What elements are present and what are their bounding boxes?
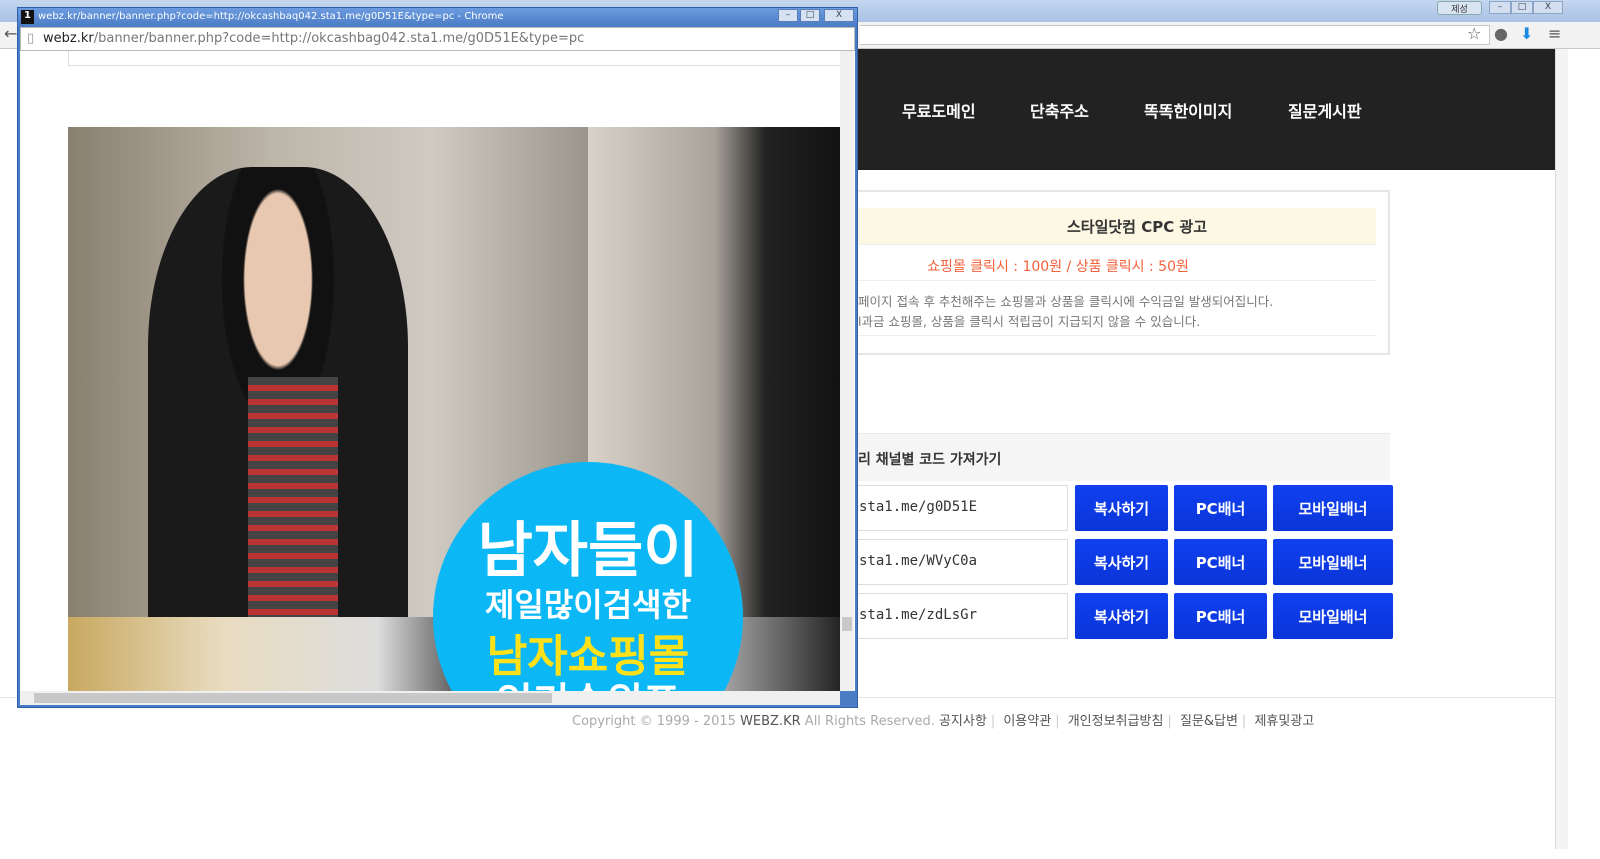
divider	[858, 280, 1376, 281]
nav-qna-board[interactable]: 질문게시판	[1288, 98, 1362, 122]
footer: Copyright © 1999 - 2015 WEBZ.KR All Righ…	[572, 714, 1315, 729]
cpc-price: 쇼핑몰 클릭시 : 100원 / 상품 클릭시 : 50원	[927, 259, 1189, 275]
footer-link-privacy[interactable]: 개인정보취급방침	[1068, 714, 1164, 729]
rights: All Rights Reserved.	[804, 714, 935, 729]
pc-banner-button[interactable]: PC배너	[1174, 485, 1267, 531]
download-icon[interactable]: ⬇	[1520, 24, 1533, 43]
nav-smart-image[interactable]: 똑똑한이미지	[1144, 98, 1232, 122]
copyright: Copyright © 1999 - 2015	[572, 714, 736, 729]
back-icon[interactable]: ←	[4, 24, 17, 43]
popup-content: 남자들이 제일많이검색한 남자쇼핑몰 인기순위표	[20, 51, 855, 691]
channel-url-input[interactable]: sta1.me/WVyC0a	[850, 539, 1068, 585]
address-bar[interactable]	[860, 25, 1490, 45]
popup-vertical-scrollbar[interactable]	[840, 51, 854, 691]
restore-button[interactable]: □	[1511, 1, 1533, 14]
cpc-title-text: 스타일닷컴 CPC 광고	[1066, 217, 1208, 236]
popup-address-bar[interactable]: ▯ webz.kr/banner/banner.php?code=http://…	[20, 27, 855, 51]
page-scrollbar[interactable]	[1555, 49, 1568, 849]
scroll-thumb[interactable]	[842, 617, 852, 631]
footer-link-terms[interactable]: 이용약관	[1003, 714, 1051, 729]
popup-title: webz.kr/banner/banner.php?code=http://ok…	[18, 8, 857, 27]
pc-banner-button[interactable]: PC배너	[1174, 539, 1267, 585]
mobile-banner-button[interactable]: 모바일배너	[1273, 593, 1393, 639]
extension-icon[interactable]: ●	[1494, 24, 1508, 43]
copy-button[interactable]: 복사하기	[1075, 539, 1168, 585]
page-icon: ▯	[27, 31, 35, 46]
scroll-thumb[interactable]	[34, 693, 552, 703]
copy-button[interactable]: 복사하기	[1075, 485, 1168, 531]
popup-minimize-button[interactable]: –	[778, 9, 798, 22]
cpc-title: 스타일닷컴 CPC 광고	[858, 208, 1376, 245]
minimize-button[interactable]: –	[1489, 1, 1511, 14]
channel-url-input[interactable]: sta1.me/zdLsGr	[850, 593, 1068, 639]
addr-path: /banner/banner.php?code=http://okcashbag…	[93, 31, 585, 46]
cpc-desc-2: l과금 쇼핑몰, 상품을 클릭시 적립금이 지급되지 않을 수 있습니다.	[858, 314, 1201, 329]
mobile-banner-button[interactable]: 모바일배너	[1273, 485, 1393, 531]
warning-badge[interactable]: 제성	[1437, 1, 1482, 15]
app-icon: 1	[21, 10, 34, 24]
popup-horizontal-scrollbar[interactable]	[20, 691, 840, 705]
brand: WEBZ.KR	[740, 714, 801, 729]
nav-short-url[interactable]: 단축주소	[1030, 98, 1089, 122]
cpc-desc-1: 페이지 접속 후 추천해주는 쇼핑몰과 상품을 클릭시에 수익금일 발생되어집니…	[858, 294, 1274, 309]
addr-host: webz.kr	[43, 31, 94, 46]
footer-link-partnership[interactable]: 제휴및광고	[1254, 714, 1314, 729]
popup-close-button[interactable]: X	[824, 9, 854, 22]
menu-icon[interactable]: ≡	[1548, 24, 1561, 43]
nav-free-domain[interactable]: 무료도메인	[902, 98, 976, 122]
copy-button[interactable]: 복사하기	[1075, 593, 1168, 639]
banner-line1: 남자들이	[477, 516, 699, 586]
mobile-banner-button[interactable]: 모바일배너	[1273, 539, 1393, 585]
divider	[858, 335, 1376, 336]
channel-section-title: 리 채널별 코드 가져가기	[858, 433, 1390, 481]
footer-link-qna[interactable]: 질문&답변	[1180, 714, 1238, 729]
close-button[interactable]: X	[1533, 1, 1563, 14]
warning-label: 제성	[1451, 5, 1468, 15]
popup-window: webz.kr/banner/banner.php?code=http://ok…	[17, 7, 858, 708]
pc-banner-button[interactable]: PC배너	[1174, 593, 1267, 639]
banner-image[interactable]: 남자들이 제일많이검색한 남자쇼핑몰 인기순위표	[68, 127, 842, 691]
content-box	[68, 51, 842, 66]
popup-maximize-button[interactable]: □	[800, 9, 820, 22]
banner-line4: 인기순위표	[433, 670, 743, 691]
channel-url-input[interactable]: sta1.me/g0D51E	[850, 485, 1068, 531]
footer-link-notice[interactable]: 공지사항	[939, 714, 987, 729]
star-icon[interactable]: ☆	[1467, 24, 1481, 43]
